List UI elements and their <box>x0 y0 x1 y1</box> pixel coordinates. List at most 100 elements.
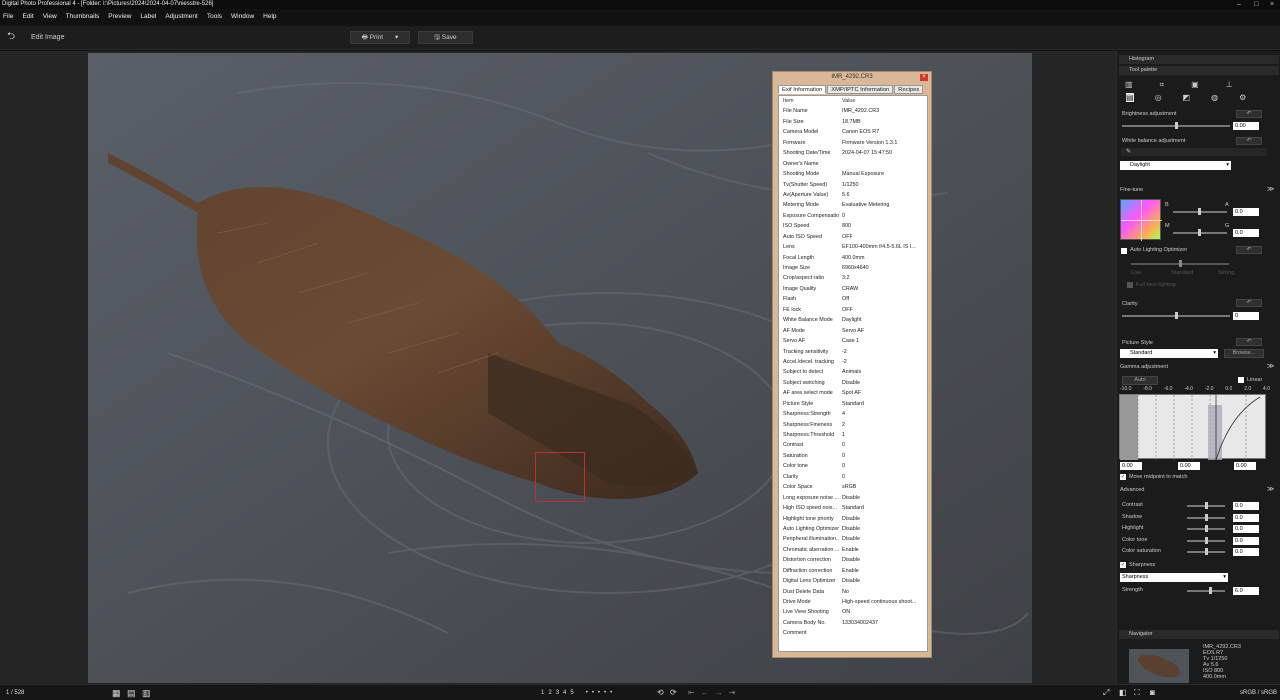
adv-saturation-knob[interactable] <box>1205 548 1208 555</box>
histogram-section[interactable]: Histogram <box>1119 55 1279 64</box>
print-button[interactable]: 🖶 Print ▾ <box>350 31 410 44</box>
exif-row[interactable]: Highlight tone priority Disable <box>779 514 927 524</box>
menu-thumbnails[interactable]: Thumbnails <box>66 13 100 20</box>
color-icon[interactable]: ◍ <box>1211 93 1218 102</box>
minimize-icon[interactable]: – <box>1237 0 1241 9</box>
tab-recipes[interactable]: Recipes <box>894 85 924 94</box>
list-view-icon[interactable]: ▤ <box>127 688 136 698</box>
adv-colortone-knob[interactable] <box>1205 537 1208 544</box>
exif-row[interactable]: Shooting Mode Manual Exposure <box>779 169 927 179</box>
fullscreen-icon[interactable]: ⛶ <box>1134 688 1140 698</box>
rating-3[interactable]: 3 <box>556 688 559 698</box>
linear-checkbox[interactable] <box>1238 377 1244 383</box>
exif-row[interactable]: Camera Model Canon EOS R7 <box>779 127 927 137</box>
exif-row[interactable]: Chromatic aberration ... Enable <box>779 545 927 555</box>
brightness-knob[interactable] <box>1175 122 1178 129</box>
compare-icon[interactable]: ◧ <box>1119 688 1127 698</box>
single-view-icon[interactable]: ▥ <box>142 688 151 698</box>
exif-row[interactable]: Lens EF100-400mm f/4.5-5.6L IS I... <box>779 242 927 252</box>
save-button[interactable]: 🖫 Save <box>418 31 473 44</box>
ft-ba-value[interactable]: 0.0 <box>1233 208 1259 216</box>
back-icon[interactable]: ⮌ <box>4 31 18 44</box>
exif-row[interactable]: ISO Speed 800 <box>779 221 927 231</box>
menu-tools[interactable]: Tools <box>207 13 222 20</box>
rotate-left-icon[interactable]: ⟲ <box>657 688 664 698</box>
gamma-graph[interactable] <box>1119 394 1266 461</box>
settings-icon[interactable]: ⚙ <box>1239 93 1246 102</box>
rotate-right-icon[interactable]: ⟳ <box>670 688 677 698</box>
exif-row[interactable]: Crop/aspect ratio 3:2 <box>779 273 927 283</box>
adv-contrast-value[interactable]: 0.0 <box>1233 502 1259 510</box>
strength-knob[interactable] <box>1209 587 1212 594</box>
exif-row[interactable]: Clarity 0 <box>779 472 927 482</box>
alo-checkbox[interactable] <box>1121 248 1127 254</box>
exif-row[interactable]: Live View Shooting ON <box>779 607 927 617</box>
stamp-icon[interactable]: ⊥ <box>1226 80 1233 89</box>
ft-ba-knob[interactable] <box>1198 208 1201 215</box>
clarity-knob[interactable] <box>1175 312 1178 319</box>
brightness-reset-icon[interactable]: ↶ <box>1236 110 1262 118</box>
wb-select[interactable]: Daylight ▾ <box>1120 161 1231 170</box>
exif-row[interactable]: Accel./decel. tracking -2 <box>779 357 927 367</box>
basic-adjust-icon[interactable]: ▥ <box>1125 80 1133 89</box>
image-viewer[interactable] <box>0 51 1116 684</box>
crop-icon[interactable]: ⌗ <box>1160 80 1165 89</box>
dialog-close-icon[interactable]: × <box>920 74 928 81</box>
brightness-slider[interactable] <box>1122 122 1230 129</box>
exif-row[interactable]: Color tone 0 <box>779 461 927 471</box>
ft-mg-knob[interactable] <box>1198 229 1201 236</box>
clarity-value[interactable]: 0 <box>1233 312 1259 320</box>
adv-saturation-value[interactable]: 0.0 <box>1233 548 1259 556</box>
adv-colortone-value[interactable]: 0.0 <box>1233 537 1259 545</box>
exif-row[interactable]: Metering Mode Evaluative Metering <box>779 200 927 210</box>
exif-row[interactable]: Dust Delete Data No <box>779 587 927 597</box>
exif-row[interactable]: Drive Mode High-speed continuous shoot... <box>779 597 927 607</box>
camera-icon[interactable]: ◙ <box>1150 688 1155 698</box>
adv-colortone-slider[interactable] <box>1187 537 1225 544</box>
exif-row[interactable]: Camera Body No. 133034002437 <box>779 618 927 628</box>
ps-reset-icon[interactable]: ↶ <box>1236 338 1262 346</box>
lens-icon[interactable]: ◎ <box>1155 93 1162 102</box>
exif-row[interactable]: Image Size 6960x4640 <box>779 263 927 273</box>
navigator-thumbnail[interactable] <box>1129 649 1189 683</box>
rating-1[interactable]: 1 <box>541 688 544 698</box>
adv-highlight-slider[interactable] <box>1187 525 1225 532</box>
face-lighting-checkbox[interactable] <box>1127 282 1133 288</box>
maximize-icon[interactable]: □ <box>1254 0 1258 9</box>
alo-knob[interactable] <box>1179 260 1182 267</box>
menu-view[interactable]: View <box>43 13 57 20</box>
browse-button[interactable]: Browse... <box>1224 349 1264 358</box>
strength-slider[interactable] <box>1187 587 1225 594</box>
adv-contrast-knob[interactable] <box>1205 502 1208 509</box>
adv-saturation-slider[interactable] <box>1187 548 1225 555</box>
eyedropper-icon[interactable]: ✎ <box>1126 149 1131 155</box>
collapse-icon[interactable]: ≫ <box>1267 185 1274 193</box>
ft-ba-slider[interactable] <box>1173 208 1227 215</box>
adv-shadow-slider[interactable] <box>1187 514 1225 521</box>
menu-file[interactable]: File <box>3 13 13 20</box>
brightness-value[interactable]: 0.00 <box>1233 122 1259 130</box>
check-marks[interactable]: ••••• <box>586 688 617 698</box>
nav-arrows-icon[interactable]: ⇤←→⇥ <box>688 688 741 698</box>
exif-row[interactable]: Tv(Shutter Speed) 1/1250 <box>779 180 927 190</box>
gamma-mid-value[interactable]: 0.00 <box>1178 462 1200 470</box>
picture-style-select[interactable]: Standard ▾ <box>1120 349 1218 358</box>
exif-row[interactable]: Auto ISO Speed OFF <box>779 232 927 242</box>
close-icon[interactable]: × <box>1270 0 1274 9</box>
exif-row[interactable]: Distortion correction Disable <box>779 555 927 565</box>
exif-row[interactable]: Saturation 0 <box>779 451 927 461</box>
menu-edit[interactable]: Edit <box>22 13 33 20</box>
exif-row[interactable]: Digital Lens Optimizer Disable <box>779 576 927 586</box>
exif-row[interactable]: AF Mode Servo AF <box>779 326 927 336</box>
tab-exif-information[interactable]: Exif Information <box>778 85 827 94</box>
exif-row[interactable]: Auto Lighting Optimizer Disable <box>779 524 927 534</box>
exif-row[interactable]: Tracking sensitivity -2 <box>779 347 927 357</box>
adv-contrast-slider[interactable] <box>1187 502 1225 509</box>
sharpness-checkbox[interactable]: ✓ <box>1120 562 1126 568</box>
exif-row[interactable]: Subject switching Disable <box>779 378 927 388</box>
exif-row[interactable]: Av(Aperture Value) 5.6 <box>779 190 927 200</box>
menu-adjustment[interactable]: Adjustment <box>165 13 198 20</box>
midpoint-checkbox[interactable]: ✓ <box>1120 474 1126 480</box>
collapse-icon[interactable]: ≫ <box>1267 485 1274 493</box>
adv-shadow-knob[interactable] <box>1205 514 1208 521</box>
